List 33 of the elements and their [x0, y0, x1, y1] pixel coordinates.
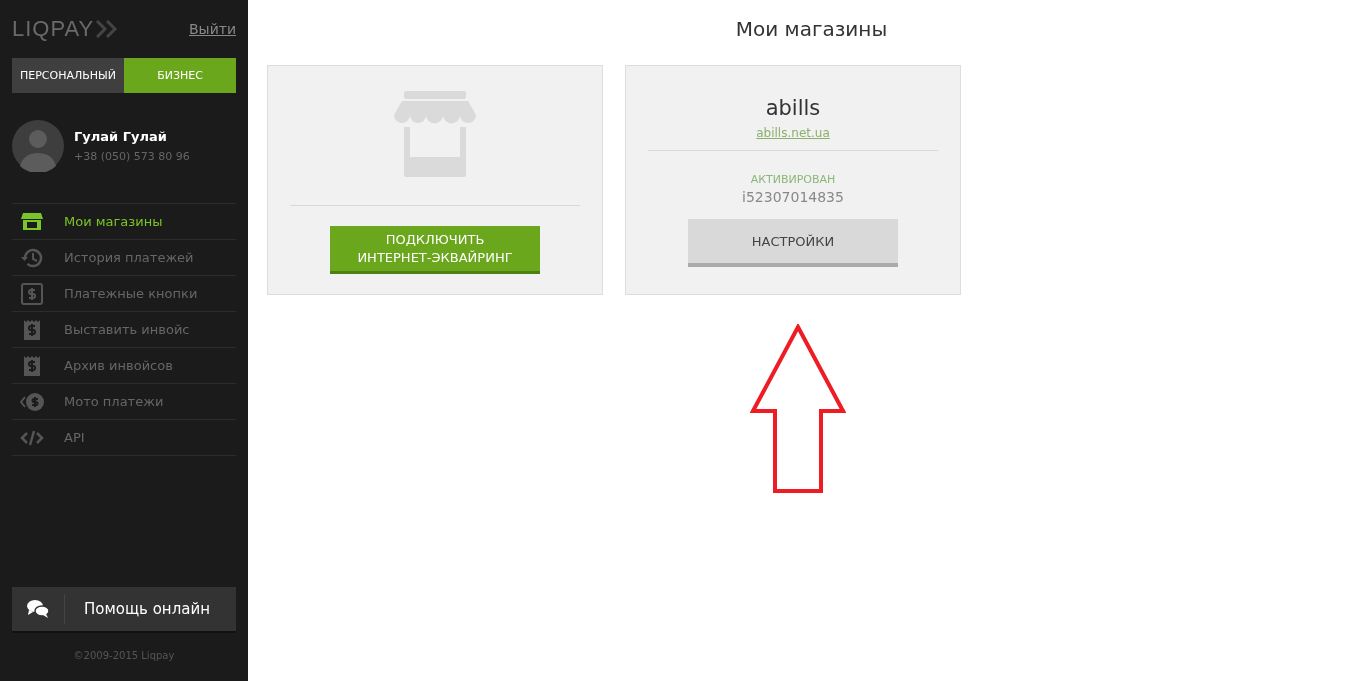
- avatar-icon: [12, 120, 64, 172]
- account-tab[interactable]: БИЗНЕС: [124, 58, 236, 93]
- menu-item[interactable]: История платежей: [12, 240, 236, 276]
- account-tab[interactable]: ПЕРСОНАЛЬНЫЙ: [12, 58, 124, 93]
- chevrons-icon: [96, 20, 119, 38]
- dollar-square-icon: [20, 281, 44, 306]
- logo: LIQPAY: [12, 16, 95, 42]
- menu-label: История платежей: [64, 250, 194, 265]
- menu-item[interactable]: API: [12, 420, 236, 456]
- menu-label: Выставить инвойс: [64, 322, 190, 337]
- menu-item[interactable]: Архив инвойсов: [12, 348, 236, 384]
- menu-label: Платежные кнопки: [64, 286, 198, 301]
- menu-item[interactable]: Выставить инвойс: [12, 312, 236, 348]
- chat-icon: [26, 599, 50, 619]
- page-title: Мои магазины: [734, 17, 889, 41]
- logout-link[interactable]: Выйти: [189, 21, 236, 37]
- menu-label: Архив инвойсов: [64, 358, 173, 373]
- copyright: ©2009-2015 Liqpay: [72, 650, 176, 661]
- shop-link[interactable]: abills.net.ua: [756, 126, 830, 140]
- settings-button[interactable]: НАСТРОЙКИ: [688, 219, 898, 267]
- user-phone: +38 (050) 573 80 96: [74, 150, 190, 163]
- menu-item[interactable]: Мото платежи: [12, 384, 236, 420]
- menu-item[interactable]: Платежные кнопки: [12, 276, 236, 312]
- shop-name: abills: [765, 96, 821, 120]
- user-name: Гулай Гулай: [74, 129, 168, 144]
- connect-button[interactable]: ПОДКЛЮЧИТЬ ИНТЕРНЕТ-ЭКВАЙРИНГ: [330, 226, 540, 274]
- menu-label: Мои магазины: [64, 214, 163, 229]
- menu-label: API: [64, 430, 85, 445]
- help-button[interactable]: Помощь онлайн: [12, 587, 236, 633]
- menu-label: Мото платежи: [64, 394, 164, 409]
- shop-id: i52307014835: [742, 189, 844, 205]
- shop-status: АКТИВИРОВАН: [750, 173, 836, 186]
- menu-item[interactable]: Мои магазины: [12, 204, 236, 240]
